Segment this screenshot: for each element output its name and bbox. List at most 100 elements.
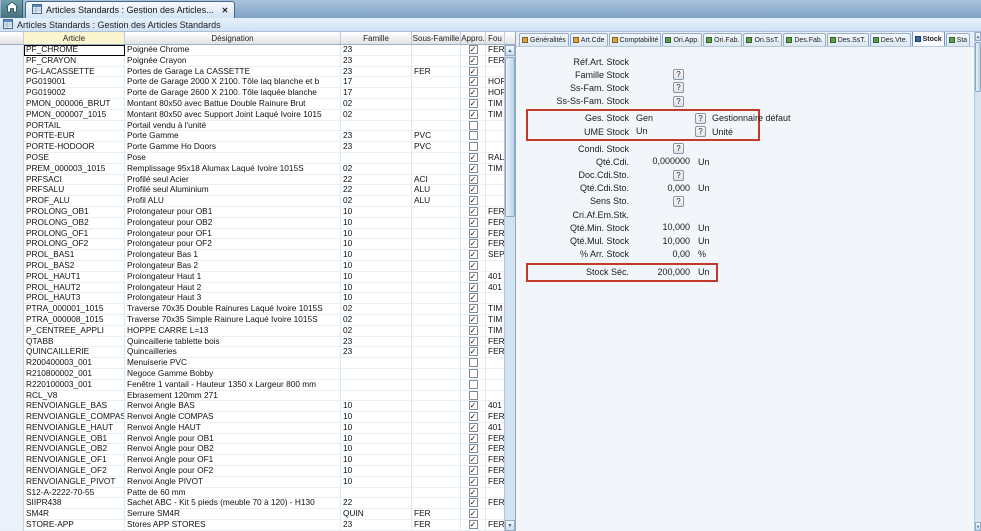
- cell-famille[interactable]: [341, 153, 412, 164]
- appro-checkbox[interactable]: ✓: [469, 56, 478, 65]
- row-selector[interactable]: [0, 391, 24, 402]
- row-selector[interactable]: [0, 164, 24, 175]
- cell-designation[interactable]: Sachet ABC - Kit 5 pieds (meuble 70 à 12…: [125, 498, 341, 509]
- table-row[interactable]: PG-LACASSETTEPortes de Garage La CASSETT…: [0, 67, 504, 78]
- cell-fournisseur[interactable]: 401: [486, 401, 504, 412]
- scroll-down-icon[interactable]: ▼: [975, 522, 981, 531]
- cell-article[interactable]: RENVOIANGLE_OF2: [24, 466, 125, 477]
- row-selector[interactable]: [0, 196, 24, 207]
- cell-article[interactable]: RENVOIANGLE_HAUT: [24, 423, 125, 434]
- cell-sous-famille[interactable]: [412, 110, 461, 121]
- field-value[interactable]: 10,000: [634, 222, 692, 233]
- cell-sous-famille[interactable]: FER: [412, 509, 461, 520]
- row-selector[interactable]: [0, 509, 24, 520]
- table-row[interactable]: RENVOIANGLE_OB1Renvoi Angle pour OB110✓F…: [0, 434, 504, 445]
- table-row[interactable]: PG019002Porte de Garage 2600 X 2100. Tôl…: [0, 88, 504, 99]
- appro-checkbox[interactable]: ✓: [469, 466, 478, 475]
- cell-famille[interactable]: [341, 358, 412, 369]
- cell-fournisseur[interactable]: [486, 121, 504, 132]
- panel-scrollbar[interactable]: ▲ ▼: [974, 32, 981, 531]
- appro-checkbox[interactable]: ✓: [469, 99, 478, 108]
- cell-sous-famille[interactable]: [412, 315, 461, 326]
- cell-famille[interactable]: 02: [341, 164, 412, 175]
- tab-art-cde[interactable]: Art.Cde: [570, 33, 608, 46]
- cell-fournisseur[interactable]: FER: [486, 466, 504, 477]
- table-row[interactable]: PTRA_000008_1015Traverse 70x35 Simple Ra…: [0, 315, 504, 326]
- appro-checkbox[interactable]: ✓: [469, 196, 478, 205]
- cell-article[interactable]: PROLONG_OF2: [24, 239, 125, 250]
- table-row[interactable]: RENVOIANGLE_HAUTRenvoi Angle HAUT10✓401: [0, 423, 504, 434]
- cell-sous-famille[interactable]: ALU: [412, 185, 461, 196]
- cell-article[interactable]: PROL_HAUT1: [24, 272, 125, 283]
- row-selector[interactable]: [0, 477, 24, 488]
- cell-designation[interactable]: Renvoi Angle PIVOT: [125, 477, 341, 488]
- table-row[interactable]: PMON_000006_BRUTMontant 80x50 avec Battu…: [0, 99, 504, 110]
- appro-checkbox[interactable]: ✓: [469, 153, 478, 162]
- cell-sous-famille[interactable]: [412, 239, 461, 250]
- appro-checkbox[interactable]: ✓: [469, 315, 478, 324]
- cell-designation[interactable]: Remplissage 95x18 Alumax Laqué Ivoire 10…: [125, 164, 341, 175]
- cell-designation[interactable]: Prolongateur Haut 3: [125, 293, 341, 304]
- cell-fournisseur[interactable]: [486, 261, 504, 272]
- lookup-button[interactable]: ?: [673, 143, 684, 154]
- cell-sous-famille[interactable]: [412, 455, 461, 466]
- lookup-button[interactable]: ?: [695, 113, 706, 124]
- cell-fournisseur[interactable]: FER: [486, 239, 504, 250]
- table-row[interactable]: RENVOIANGLE_BASRenvoi Angle BAS10✓401: [0, 401, 504, 412]
- close-icon[interactable]: ✕: [222, 6, 229, 15]
- cell-sous-famille[interactable]: [412, 444, 461, 455]
- cell-famille[interactable]: 10: [341, 477, 412, 488]
- cell-famille[interactable]: 10: [341, 444, 412, 455]
- cell-fournisseur[interactable]: FER: [486, 347, 504, 358]
- cell-famille[interactable]: 10: [341, 207, 412, 218]
- cell-designation[interactable]: Montant 80x50 avec Battue Double Rainure…: [125, 99, 341, 110]
- table-row[interactable]: S12-A-2222-70-55Patte de 60 mm✓: [0, 488, 504, 499]
- cell-designation[interactable]: Montant 80x50 avec Support Joint Laqué I…: [125, 110, 341, 121]
- cell-designation[interactable]: Porte de Garage 2000 X 2100. Tôle laq bl…: [125, 77, 341, 88]
- table-row[interactable]: QUINCAILLERIEQuincailleries23✓FER: [0, 347, 504, 358]
- cell-fournisseur[interactable]: TIM: [486, 164, 504, 175]
- cell-designation[interactable]: Portail vendu à l'unité: [125, 121, 341, 132]
- cell-article[interactable]: RENVOIANGLE_BAS: [24, 401, 125, 412]
- cell-article[interactable]: QTABB: [24, 337, 125, 348]
- appro-checkbox[interactable]: [469, 380, 478, 389]
- field-value[interactable]: 0,00: [634, 249, 692, 260]
- row-selector[interactable]: [0, 369, 24, 380]
- appro-checkbox[interactable]: ✓: [469, 455, 478, 464]
- cell-famille[interactable]: 02: [341, 315, 412, 326]
- cell-article[interactable]: PROL_HAUT3: [24, 293, 125, 304]
- cell-article[interactable]: PORTAIL: [24, 121, 125, 132]
- cell-sous-famille[interactable]: FER: [412, 520, 461, 531]
- column-header-selector[interactable]: [0, 32, 24, 44]
- table-row[interactable]: PROF_ALUProfil ALU02ALU✓: [0, 196, 504, 207]
- column-header-fournisseur[interactable]: Fou: [486, 32, 505, 44]
- row-selector[interactable]: [0, 293, 24, 304]
- appro-checkbox[interactable]: ✓: [469, 164, 478, 173]
- cell-famille[interactable]: [341, 391, 412, 402]
- cell-sous-famille[interactable]: PVC: [412, 142, 461, 153]
- cell-sous-famille[interactable]: ALU: [412, 196, 461, 207]
- cell-sous-famille[interactable]: [412, 358, 461, 369]
- table-row[interactable]: PROL_BAS2Prolongateur Bas 210✓: [0, 261, 504, 272]
- cell-sous-famille[interactable]: [412, 164, 461, 175]
- cell-designation[interactable]: Renvoi Angle pour OB1: [125, 434, 341, 445]
- appro-checkbox[interactable]: ✓: [469, 218, 478, 227]
- cell-famille[interactable]: [341, 369, 412, 380]
- cell-famille[interactable]: 23: [341, 520, 412, 531]
- cell-famille[interactable]: 23: [341, 45, 412, 56]
- cell-designation[interactable]: Fenêtre 1 vantail - Hauteur 1350 x Large…: [125, 380, 341, 391]
- cell-article[interactable]: RENVOIANGLE_COMPAS: [24, 412, 125, 423]
- appro-checkbox[interactable]: ✓: [469, 239, 478, 248]
- cell-sous-famille[interactable]: [412, 401, 461, 412]
- cell-designation[interactable]: Porte Gamme: [125, 131, 341, 142]
- tab-des-vte[interactable]: Des.Vte.: [870, 33, 911, 46]
- appro-checkbox[interactable]: [469, 121, 478, 130]
- tab-comptabilit[interactable]: Comptabilité: [609, 33, 662, 46]
- cell-article[interactable]: PORTE-EUR: [24, 131, 125, 142]
- cell-article[interactable]: PROL_BAS2: [24, 261, 125, 272]
- table-row[interactable]: PG019001Porte de Garage 2000 X 2100. Tôl…: [0, 77, 504, 88]
- cell-article[interactable]: PMON_000006_BRUT: [24, 99, 125, 110]
- row-selector[interactable]: [0, 380, 24, 391]
- cell-article[interactable]: PROL_BAS1: [24, 250, 125, 261]
- row-selector[interactable]: [0, 229, 24, 240]
